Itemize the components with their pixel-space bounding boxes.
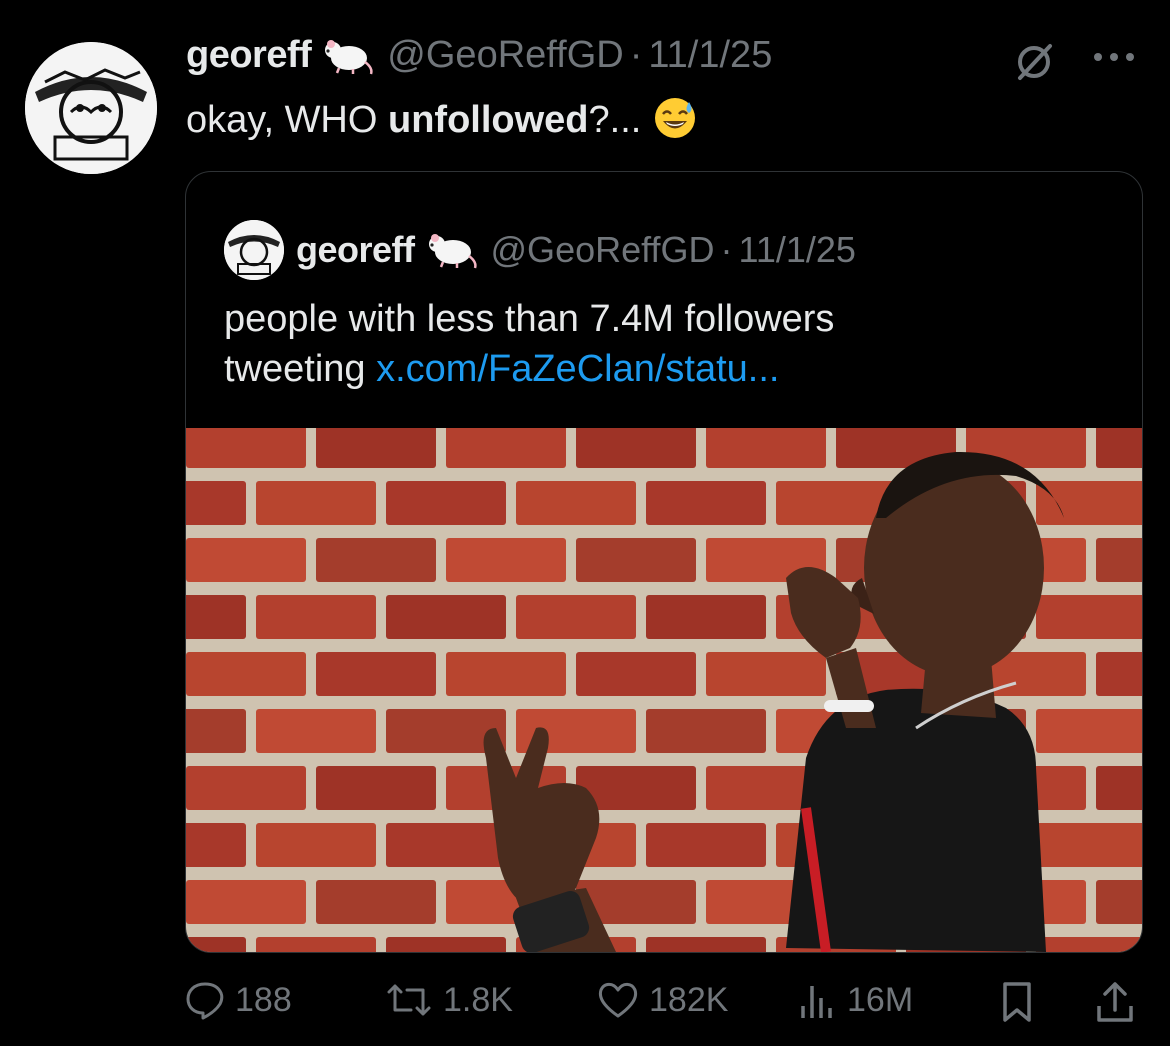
quoted-handle: @GeoReffGD bbox=[490, 229, 715, 270]
like-icon bbox=[598, 982, 638, 1018]
quoted-text-line2: tweeting x.com/FaZeClan/statu... bbox=[224, 344, 1104, 394]
bookmark-icon bbox=[1003, 982, 1031, 1022]
handle[interactable]: @GeoReffGD bbox=[387, 34, 623, 77]
views-icon bbox=[801, 986, 832, 1018]
repost-icon bbox=[387, 984, 431, 1016]
reply-count: 188 bbox=[235, 980, 292, 1019]
rat-emoji bbox=[425, 230, 479, 270]
views-count: 16M bbox=[847, 980, 914, 1019]
bookmark-button[interactable] bbox=[997, 980, 1047, 1024]
reply-icon bbox=[186, 982, 224, 1020]
sweat-smile-emoji bbox=[653, 96, 697, 140]
post-text-end: ?... bbox=[588, 99, 642, 141]
share-icon bbox=[1097, 982, 1133, 1022]
post-text-bold: unfollowed bbox=[388, 99, 589, 141]
quoted-post[interactable]: georeff @GeoReffGD · 11/1/25 people with… bbox=[185, 171, 1143, 953]
avatar[interactable] bbox=[25, 42, 157, 174]
quoted-avatar bbox=[224, 220, 284, 280]
media-image[interactable] bbox=[186, 424, 1142, 952]
like-count: 182K bbox=[649, 980, 729, 1019]
post-text: okay, WHO unfollowed?... bbox=[186, 96, 697, 142]
share-button[interactable] bbox=[1095, 980, 1145, 1024]
views-button[interactable]: 16M bbox=[797, 980, 913, 1020]
quoted-link[interactable]: x.com/FaZeClan/statu... bbox=[376, 348, 779, 390]
quoted-text-prefix: tweeting bbox=[224, 348, 377, 390]
quoted-post-text: people with less than 7.4M followers twe… bbox=[224, 294, 1104, 394]
post-header: georeff @GeoReffGD · 11/1/25 bbox=[186, 34, 772, 77]
grok-icon[interactable] bbox=[1012, 40, 1056, 84]
post-text-start: okay, WHO bbox=[186, 99, 388, 141]
post-date[interactable]: 11/1/25 bbox=[648, 34, 772, 77]
quoted-text-line1: people with less than 7.4M followers bbox=[224, 298, 835, 340]
like-button[interactable]: 182K bbox=[597, 980, 728, 1020]
separator-dot: · bbox=[720, 229, 733, 270]
quoted-post-header: georeff @GeoReffGD · 11/1/25 bbox=[224, 220, 856, 280]
repost-button[interactable]: 1.8K bbox=[385, 980, 513, 1020]
more-icon[interactable] bbox=[1088, 42, 1140, 72]
display-name[interactable]: georeff bbox=[186, 34, 312, 77]
rat-emoji bbox=[321, 36, 375, 76]
repost-count: 1.8K bbox=[443, 980, 513, 1019]
quoted-date: 11/1/25 bbox=[738, 229, 856, 270]
action-bar: 188 1.8K 182K 16M bbox=[185, 980, 1145, 1030]
quoted-display-name: georeff bbox=[296, 229, 415, 270]
reply-button[interactable]: 188 bbox=[185, 980, 292, 1020]
separator-dot: · bbox=[629, 34, 643, 76]
